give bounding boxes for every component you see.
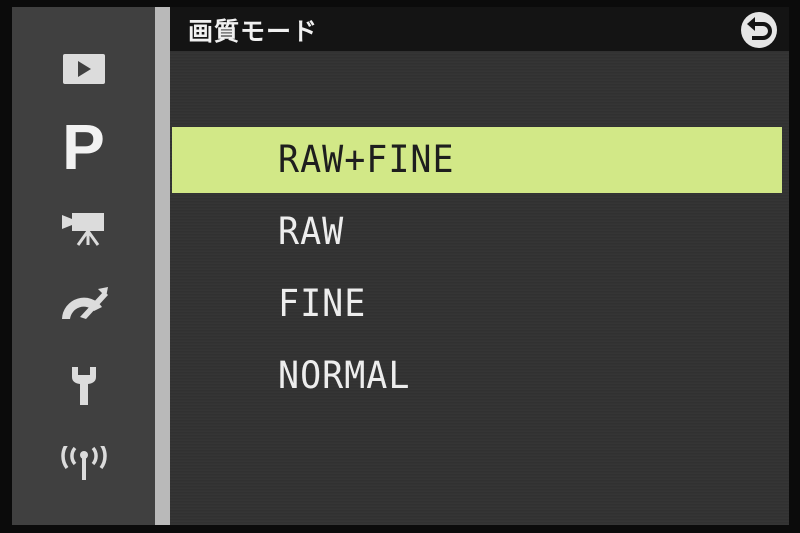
camera-bezel: P 画質モード RAW+FINE RAW FINE NORMAL [0,0,800,533]
camera-lcd-screen: P 画質モード RAW+FINE RAW FINE NORMAL [12,7,789,525]
menu-item-raw[interactable]: RAW [172,199,782,265]
return-arrow-icon [741,12,777,48]
shooting-mode-p-icon: P [62,111,105,183]
back-button[interactable] [739,11,779,49]
sidebar-item-setup[interactable] [12,363,155,409]
wireless-antenna-icon [60,446,107,480]
wrench-setup-icon [71,367,96,405]
custom-settings-icon [61,287,108,319]
page-title: 画質モード [188,17,319,46]
menu-item-normal[interactable]: NORMAL [172,343,782,409]
sidebar-item-shooting[interactable]: P [12,107,155,187]
sidebar-item-custom[interactable] [12,283,155,327]
menu-item-label: NORMAL [278,354,411,398]
menu-item-raw-fine[interactable]: RAW+FINE [172,127,782,193]
sidebar-item-playback[interactable] [12,49,155,89]
title-bar: 画質モード [170,7,789,51]
menu-item-fine[interactable]: FINE [172,271,782,337]
image-quality-menu: RAW+FINE RAW FINE NORMAL [172,127,782,415]
movie-camera-icon [61,213,104,246]
sidebar-divider [155,7,170,525]
playback-icon [62,54,105,84]
sidebar-item-network[interactable] [12,441,155,487]
menu-item-label: FINE [278,282,367,326]
menu-item-label: RAW+FINE [278,138,455,182]
sidebar-item-movie[interactable] [12,205,155,249]
menu-item-label: RAW [278,210,345,254]
menu-sidebar: P [12,7,155,525]
